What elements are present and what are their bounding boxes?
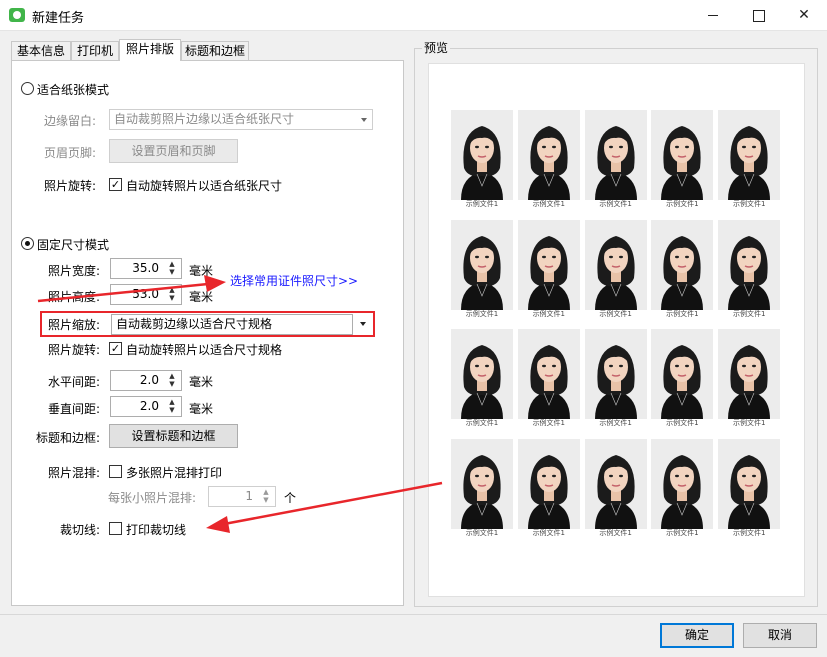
arrow-to-cut-line bbox=[206, 481, 443, 533]
tab-photo-layout[interactable]: 照片排版 bbox=[119, 39, 181, 61]
annotation-arrows bbox=[37, 275, 443, 533]
ok-button[interactable]: 确定 bbox=[660, 623, 734, 648]
arrow-to-link bbox=[37, 275, 226, 303]
cancel-button[interactable]: 取消 bbox=[743, 623, 817, 648]
